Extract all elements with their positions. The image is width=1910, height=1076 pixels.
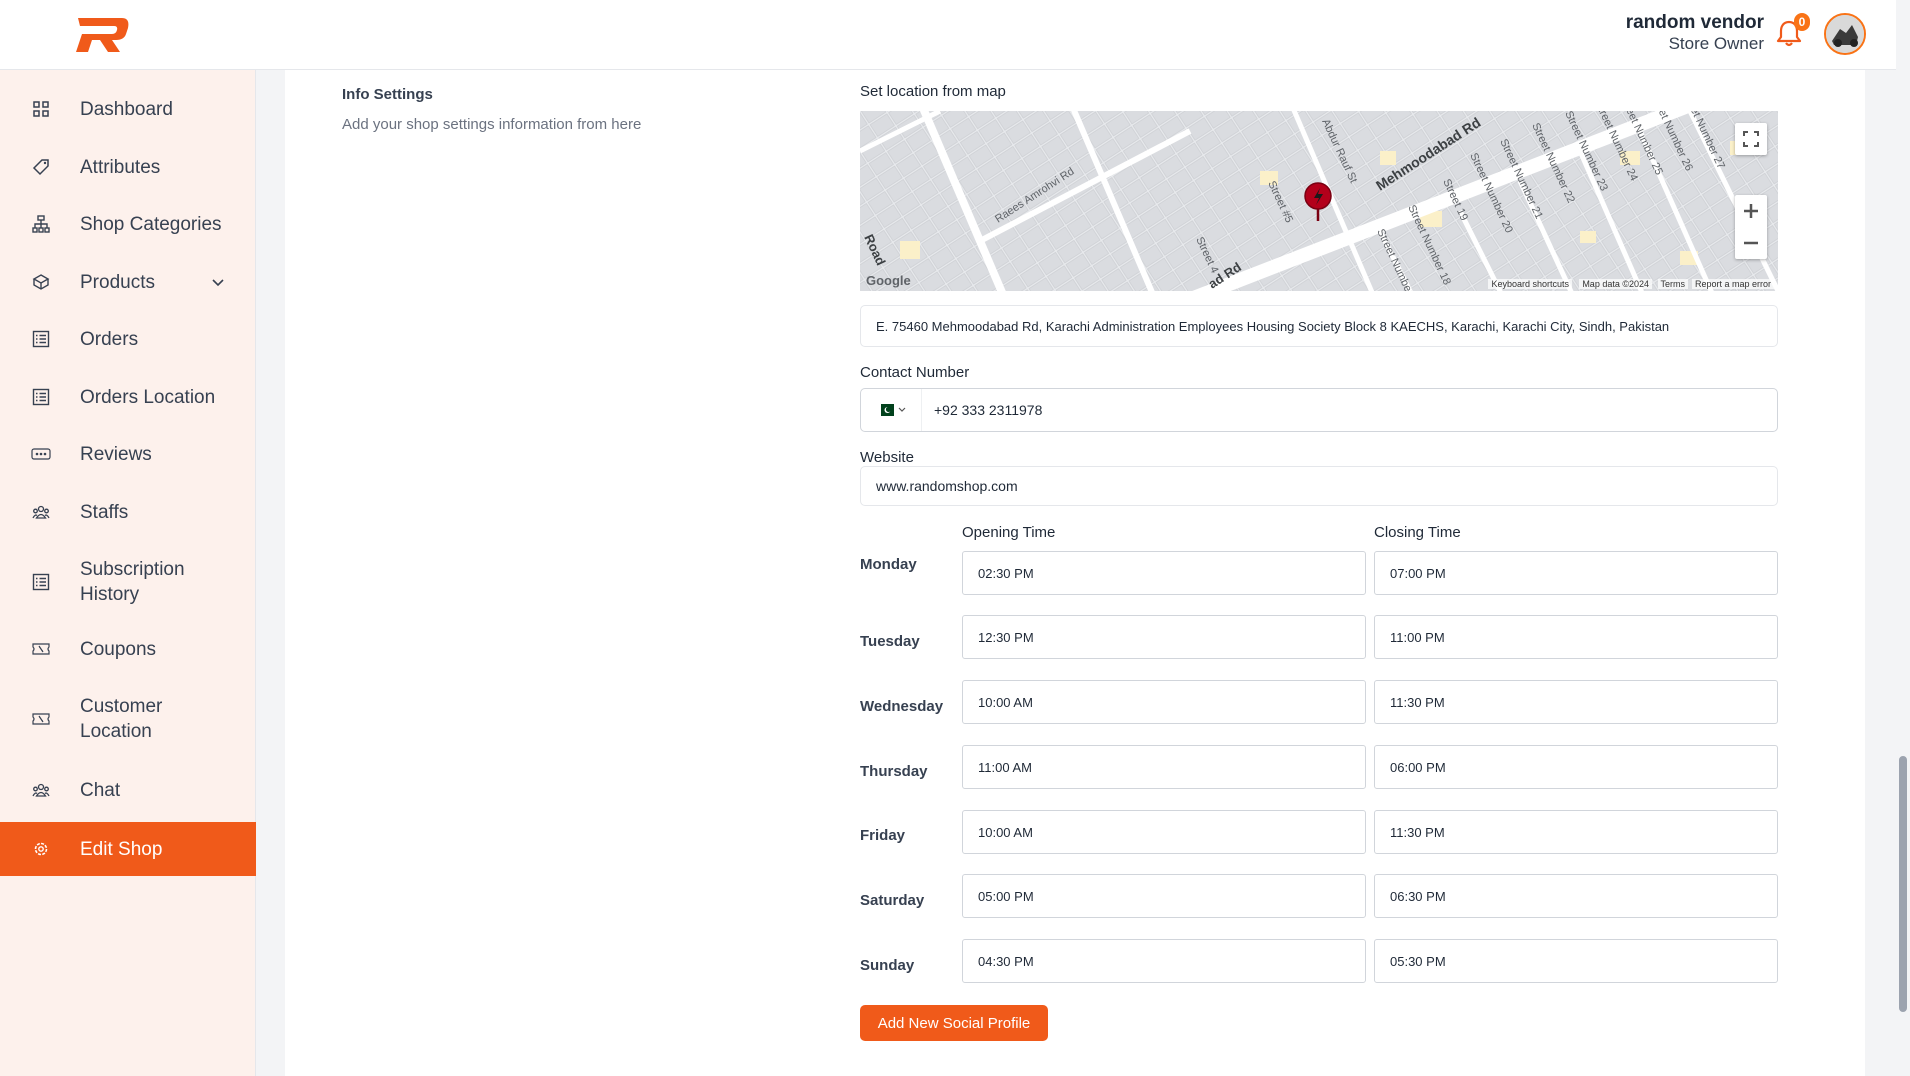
map-report-error-link[interactable]: Report a map error bbox=[1691, 279, 1774, 289]
chevron-down-icon[interactable] bbox=[210, 274, 226, 290]
website-input[interactable]: www.randomshop.com bbox=[860, 466, 1778, 506]
brand-logo[interactable] bbox=[72, 14, 132, 56]
map-tiles: Mehmoodabad Rd Raees Amrohvi Rd Abdur Ra… bbox=[860, 111, 1778, 291]
avatar[interactable] bbox=[1824, 13, 1866, 55]
closing-time-input-saturday[interactable]: 06:30 PM bbox=[1374, 874, 1778, 918]
closing-time-input-tuesday[interactable]: 11:00 PM bbox=[1374, 615, 1778, 659]
user-name: random vendor bbox=[1625, 12, 1764, 33]
google-watermark: Google bbox=[866, 273, 911, 288]
map-zoom-out-icon[interactable] bbox=[1743, 227, 1759, 259]
chevron-down-icon bbox=[898, 407, 906, 412]
add-social-profile-button[interactable]: Add New Social Profile bbox=[860, 1005, 1048, 1041]
location-map[interactable]: Mehmoodabad Rd Raees Amrohvi Rd Abdur Ra… bbox=[860, 111, 1778, 291]
sidebar-item-label: Subscription History bbox=[80, 559, 185, 605]
sidebar-item-attributes[interactable]: Attributes bbox=[0, 146, 256, 188]
sidebar-item-shop-categories[interactable]: Shop Categories bbox=[0, 203, 256, 245]
box-icon bbox=[30, 271, 52, 293]
team-icon bbox=[30, 779, 52, 801]
contact-number-field[interactable]: +92 333 2311978 bbox=[860, 388, 1778, 432]
sidebar-item-label: Chat bbox=[80, 779, 121, 801]
sidebar-item-orders-location[interactable]: Orders Location bbox=[0, 376, 256, 418]
scrollbar-thumb[interactable] bbox=[1899, 756, 1907, 1012]
avatar-image-icon bbox=[1826, 15, 1864, 53]
opening-time-input-friday[interactable]: 10:00 AM bbox=[962, 810, 1366, 854]
closing-time-input-thursday[interactable]: 06:00 PM bbox=[1374, 745, 1778, 789]
day-label-wednesday: Wednesday bbox=[860, 698, 944, 715]
list-icon bbox=[30, 328, 52, 350]
closing-time-label: Closing Time bbox=[1374, 524, 1461, 541]
sidebar-item-reviews[interactable]: Reviews bbox=[0, 433, 256, 475]
closing-time-input-monday[interactable]: 07:00 PM bbox=[1374, 551, 1778, 595]
sidebar-item-label: Orders Location bbox=[80, 386, 216, 408]
sidebar-item-coupons[interactable]: Coupons bbox=[0, 628, 256, 670]
sidebar-item-label: Reviews bbox=[80, 443, 152, 465]
address-input[interactable]: E. 75460 Mehmoodabad Rd, Karachi Adminis… bbox=[860, 305, 1778, 347]
page-scrollbar[interactable] bbox=[1896, 0, 1910, 1076]
sidebar-item-label: Shop Categories bbox=[80, 213, 222, 235]
info-settings-title: Info Settings bbox=[342, 86, 433, 103]
day-label-saturday: Saturday bbox=[860, 892, 925, 909]
hierarchy-icon bbox=[30, 213, 52, 235]
map-fullscreen-icon[interactable] bbox=[1735, 123, 1767, 155]
day-label-tuesday: Tuesday bbox=[860, 633, 920, 650]
tag-icon bbox=[30, 156, 52, 178]
opening-time-input-thursday[interactable]: 11:00 AM bbox=[962, 745, 1366, 789]
top-header: random vendor Store Owner 0 bbox=[0, 0, 1910, 70]
opening-time-input-sunday[interactable]: 04:30 PM bbox=[962, 939, 1366, 983]
list-icon bbox=[30, 386, 52, 408]
opening-time-input-monday[interactable]: 02:30 PM bbox=[962, 551, 1366, 595]
map-keyboard-shortcuts-link[interactable]: Keyboard shortcuts bbox=[1488, 279, 1572, 289]
sidebar-item-label: Staffs bbox=[80, 501, 129, 523]
closing-time-input-wednesday[interactable]: 11:30 PM bbox=[1374, 680, 1778, 724]
day-label-sunday: Sunday bbox=[860, 957, 915, 974]
user-role: Store Owner bbox=[1668, 34, 1764, 53]
closing-time-input-friday[interactable]: 11:30 PM bbox=[1374, 810, 1778, 854]
sidebar-item-label: Attributes bbox=[80, 156, 161, 178]
sidebar-item-label: Dashboard bbox=[80, 98, 173, 120]
opening-time-label: Opening Time bbox=[962, 524, 1056, 541]
website-label: Website bbox=[860, 449, 914, 466]
team-icon bbox=[30, 501, 52, 523]
contact-number-value: +92 333 2311978 bbox=[934, 402, 1043, 418]
sidebar-item-edit-shop[interactable]: Edit Shop bbox=[0, 822, 256, 876]
sidebar-item-label: Customer Location bbox=[80, 696, 163, 742]
day-label-monday: Monday bbox=[860, 556, 917, 573]
coupon-icon bbox=[30, 638, 52, 660]
opening-time-input-saturday[interactable]: 05:00 PM bbox=[962, 874, 1366, 918]
day-label-thursday: Thursday bbox=[860, 763, 928, 780]
sidebar-item-label: Coupons bbox=[80, 638, 157, 660]
sidebar-item-subscription-history[interactable]: Subscription History bbox=[0, 549, 256, 615]
pakistan-flag-icon bbox=[876, 404, 894, 416]
sidebar: Dashboard Attributes Shop Categories Pro… bbox=[0, 70, 256, 1076]
map-zoom-controls bbox=[1735, 195, 1767, 259]
sidebar-item-customer-location[interactable]: Customer Location bbox=[0, 686, 256, 752]
sidebar-item-dashboard[interactable]: Dashboard bbox=[0, 88, 256, 130]
info-settings-subtitle: Add your shop settings information from … bbox=[342, 116, 642, 133]
opening-time-input-wednesday[interactable]: 10:00 AM bbox=[962, 680, 1366, 724]
map-terms-link[interactable]: Terms bbox=[1657, 279, 1688, 289]
contact-number-label: Contact Number bbox=[860, 364, 970, 381]
sidebar-item-products[interactable]: Products bbox=[0, 261, 256, 303]
closing-time-input-sunday[interactable]: 05:30 PM bbox=[1374, 939, 1778, 983]
user-block[interactable]: random vendor Store Owner bbox=[1626, 12, 1764, 54]
day-label-friday: Friday bbox=[860, 827, 906, 844]
sidebar-item-label: Products bbox=[80, 271, 155, 293]
map-data-credit: Map data ©2024 bbox=[1579, 279, 1652, 289]
coupon-icon bbox=[30, 708, 52, 730]
opening-time-input-tuesday[interactable]: 12:30 PM bbox=[962, 615, 1366, 659]
country-selector[interactable] bbox=[861, 389, 922, 431]
dashboard-grid-icon bbox=[30, 98, 52, 120]
gear-icon bbox=[30, 838, 52, 860]
sidebar-item-chat[interactable]: Chat bbox=[0, 769, 256, 811]
sidebar-item-staffs[interactable]: Staffs bbox=[0, 491, 256, 533]
map-label: Set location from map bbox=[860, 83, 1006, 100]
list-icon bbox=[30, 571, 52, 593]
sidebar-item-label: Edit Shop bbox=[80, 838, 163, 860]
rating-icon bbox=[30, 443, 52, 465]
sidebar-item-orders[interactable]: Orders bbox=[0, 318, 256, 360]
sidebar-item-label: Orders bbox=[80, 328, 139, 350]
notification-count-badge: 0 bbox=[1794, 13, 1810, 31]
map-zoom-in-icon[interactable] bbox=[1743, 195, 1759, 227]
